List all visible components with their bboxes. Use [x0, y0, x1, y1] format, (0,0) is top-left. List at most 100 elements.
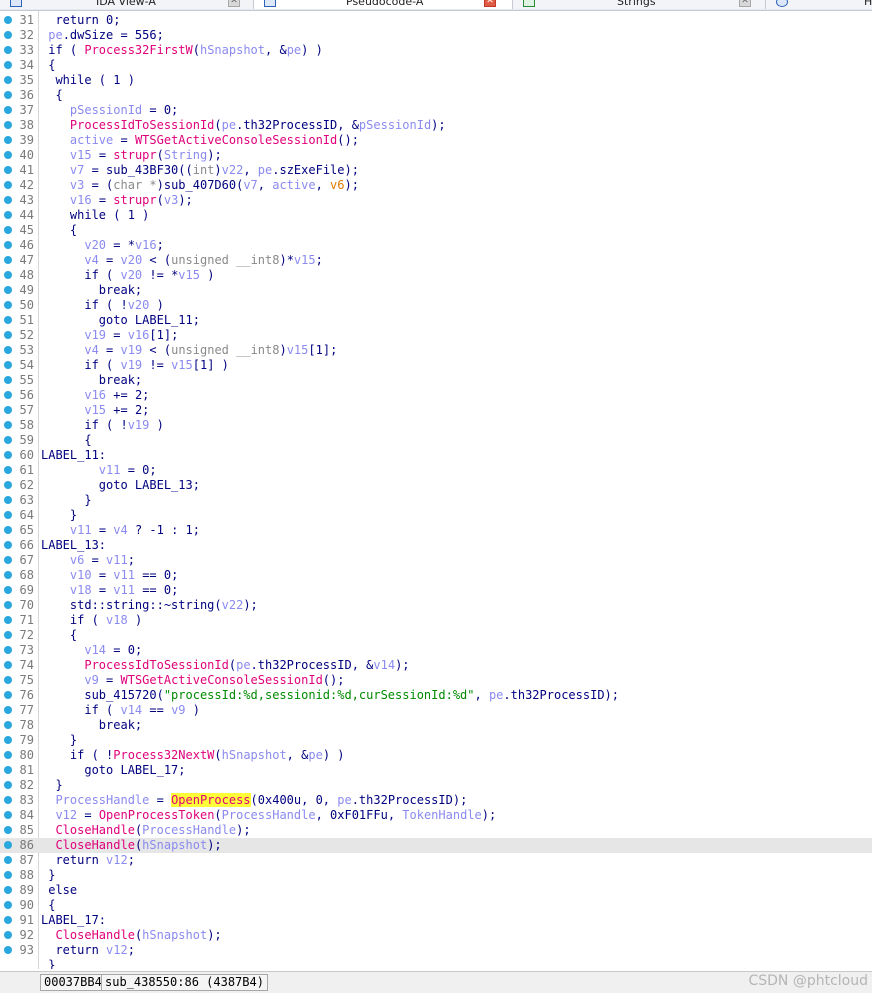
- code-line[interactable]: 45 {: [0, 223, 872, 238]
- code-line[interactable]: 69 v18 = v11 == 0;: [0, 583, 872, 598]
- code-text[interactable]: break;: [41, 283, 142, 298]
- code-text[interactable]: ProcessIdToSessionId(pe.th32ProcessID, &…: [41, 118, 446, 133]
- code-line[interactable]: 38 ProcessIdToSessionId(pe.th32ProcessID…: [0, 118, 872, 133]
- code-text[interactable]: v19 = v16[1];: [41, 328, 178, 343]
- breakpoint-dot-icon[interactable]: [4, 196, 12, 204]
- tab-ida-view[interactable]: IDA View-A ✕: [0, 0, 254, 9]
- code-line[interactable]: 60 LABEL_11:: [0, 448, 872, 463]
- breakpoint-dot-icon[interactable]: [4, 901, 12, 909]
- breakpoint-dot-icon[interactable]: [4, 616, 12, 624]
- breakpoint-dot-icon[interactable]: [4, 766, 12, 774]
- code-line[interactable]: 77 if ( v14 == v9 ): [0, 703, 872, 718]
- code-line[interactable]: 43 v16 = strupr(v3);: [0, 193, 872, 208]
- close-icon[interactable]: ✕: [228, 0, 240, 7]
- code-line[interactable]: 57 v15 += 2;: [0, 403, 872, 418]
- code-text[interactable]: }: [41, 868, 55, 883]
- breakpoint-dot-icon[interactable]: [4, 556, 12, 564]
- breakpoint-dot-icon[interactable]: [4, 466, 12, 474]
- code-line[interactable]: 74 ProcessIdToSessionId(pe.th32ProcessID…: [0, 658, 872, 673]
- breakpoint-dot-icon[interactable]: [4, 91, 12, 99]
- tab-hex-view[interactable]: He: [766, 0, 872, 9]
- code-text[interactable]: v20 = *v16;: [41, 238, 164, 253]
- breakpoint-dot-icon[interactable]: [4, 31, 12, 39]
- code-text[interactable]: CloseHandle(ProcessHandle);: [41, 823, 250, 838]
- code-line[interactable]: 85 CloseHandle(ProcessHandle);: [0, 823, 872, 838]
- breakpoint-dot-icon[interactable]: [4, 481, 12, 489]
- code-text[interactable]: sub_415720("processId:%d,sessionid:%d,cu…: [41, 688, 619, 703]
- code-line[interactable]: 31 return 0;: [0, 13, 872, 28]
- breakpoint-dot-icon[interactable]: [4, 676, 12, 684]
- breakpoint-dot-icon[interactable]: [4, 451, 12, 459]
- breakpoint-dot-icon[interactable]: [4, 136, 12, 144]
- breakpoint-dot-icon[interactable]: [4, 496, 12, 504]
- tab-strings[interactable]: Strings ✕: [513, 0, 766, 9]
- breakpoint-dot-icon[interactable]: [4, 886, 12, 894]
- code-line[interactable]: 66 LABEL_13:: [0, 538, 872, 553]
- code-line[interactable]: 53 v4 = v19 < (unsigned __int8)v15[1];: [0, 343, 872, 358]
- code-text[interactable]: return v12;: [41, 943, 135, 958]
- code-line[interactable]: 40 v15 = strupr(String);: [0, 148, 872, 163]
- code-line[interactable]: 81 goto LABEL_17;: [0, 763, 872, 778]
- code-text[interactable]: v6 = v11;: [41, 553, 135, 568]
- breakpoint-dot-icon[interactable]: [4, 601, 12, 609]
- breakpoint-dot-icon[interactable]: [4, 391, 12, 399]
- breakpoint-dot-icon[interactable]: [4, 316, 12, 324]
- code-text[interactable]: ProcessIdToSessionId(pe.th32ProcessID, &…: [41, 658, 409, 673]
- breakpoint-dot-icon[interactable]: [4, 796, 12, 804]
- breakpoint-dot-icon[interactable]: [4, 421, 12, 429]
- code-line[interactable]: 76 sub_415720("processId:%d,sessionid:%d…: [0, 688, 872, 703]
- code-text[interactable]: v15 = strupr(String);: [41, 148, 222, 163]
- code-line[interactable]: 71 if ( v18 ): [0, 613, 872, 628]
- breakpoint-dot-icon[interactable]: [4, 181, 12, 189]
- breakpoint-dot-icon[interactable]: [4, 166, 12, 174]
- code-text[interactable]: v10 = v11 == 0;: [41, 568, 178, 583]
- code-line[interactable]: 52 v19 = v16[1];: [0, 328, 872, 343]
- code-text[interactable]: v11 = 0;: [41, 463, 157, 478]
- code-line[interactable]: 89 else: [0, 883, 872, 898]
- breakpoint-dot-icon[interactable]: [4, 736, 12, 744]
- code-text[interactable]: v9 = WTSGetActiveConsoleSessionId();: [41, 673, 344, 688]
- tab-pseudocode[interactable]: Pseudocode-A ✕: [254, 0, 513, 9]
- code-text[interactable]: goto LABEL_17;: [41, 763, 185, 778]
- breakpoint-dot-icon[interactable]: [4, 841, 12, 849]
- code-text[interactable]: }: [41, 493, 91, 508]
- code-text[interactable]: while ( 1 ): [41, 73, 134, 88]
- breakpoint-dot-icon[interactable]: [4, 691, 12, 699]
- code-line[interactable]: 58 if ( !v19 ): [0, 418, 872, 433]
- code-line[interactable]: 86 CloseHandle(hSnapshot);: [0, 838, 872, 853]
- code-text[interactable]: {: [41, 58, 55, 73]
- code-text[interactable]: {: [41, 223, 77, 238]
- breakpoint-dot-icon[interactable]: [4, 511, 12, 519]
- breakpoint-dot-icon[interactable]: [4, 436, 12, 444]
- code-text[interactable]: {: [41, 628, 77, 643]
- breakpoint-dot-icon[interactable]: [4, 646, 12, 654]
- code-text[interactable]: if ( !v19 ): [41, 418, 164, 433]
- code-text[interactable]: {: [41, 88, 62, 103]
- code-line[interactable]: 54 if ( v19 != v15[1] ): [0, 358, 872, 373]
- code-line[interactable]: 41 v7 = sub_43BF30((int)v22, pe.szExeFil…: [0, 163, 872, 178]
- code-line[interactable]: 72 {: [0, 628, 872, 643]
- breakpoint-dot-icon[interactable]: [4, 346, 12, 354]
- breakpoint-dot-icon[interactable]: [4, 721, 12, 729]
- code-line[interactable]: 42 v3 = (char *)sub_407D60(v7, active, v…: [0, 178, 872, 193]
- code-line[interactable]: 44 while ( 1 ): [0, 208, 872, 223]
- code-line[interactable]: 93 return v12;: [0, 943, 872, 958]
- code-line[interactable]: 56 v16 += 2;: [0, 388, 872, 403]
- code-text[interactable]: pe.dwSize = 556;: [41, 28, 164, 43]
- code-line[interactable]: 34 {: [0, 58, 872, 73]
- breakpoint-dot-icon[interactable]: [4, 301, 12, 309]
- code-line[interactable]: 36 {: [0, 88, 872, 103]
- code-text[interactable]: v14 = 0;: [41, 643, 142, 658]
- code-text[interactable]: if ( v18 ): [41, 613, 142, 628]
- close-icon[interactable]: ✕: [739, 0, 751, 7]
- code-line[interactable]: 65 v11 = v4 ? -1 : 1;: [0, 523, 872, 538]
- code-text[interactable]: v7 = sub_43BF30((int)v22, pe.szExeFile);: [41, 163, 359, 178]
- code-line[interactable]: 79 }: [0, 733, 872, 748]
- code-text[interactable]: active = WTSGetActiveConsoleSessionId();: [41, 133, 359, 148]
- code-text[interactable]: v11 = v4 ? -1 : 1;: [41, 523, 200, 538]
- pseudocode-view[interactable]: 31 return 0; 32 pe.dwSize = 556; 33 if ( P…: [0, 11, 872, 969]
- breakpoint-dot-icon[interactable]: [4, 541, 12, 549]
- breakpoint-dot-icon[interactable]: [4, 256, 12, 264]
- code-text[interactable]: if ( !v20 ): [41, 298, 164, 313]
- code-text[interactable]: LABEL_17:: [41, 913, 106, 928]
